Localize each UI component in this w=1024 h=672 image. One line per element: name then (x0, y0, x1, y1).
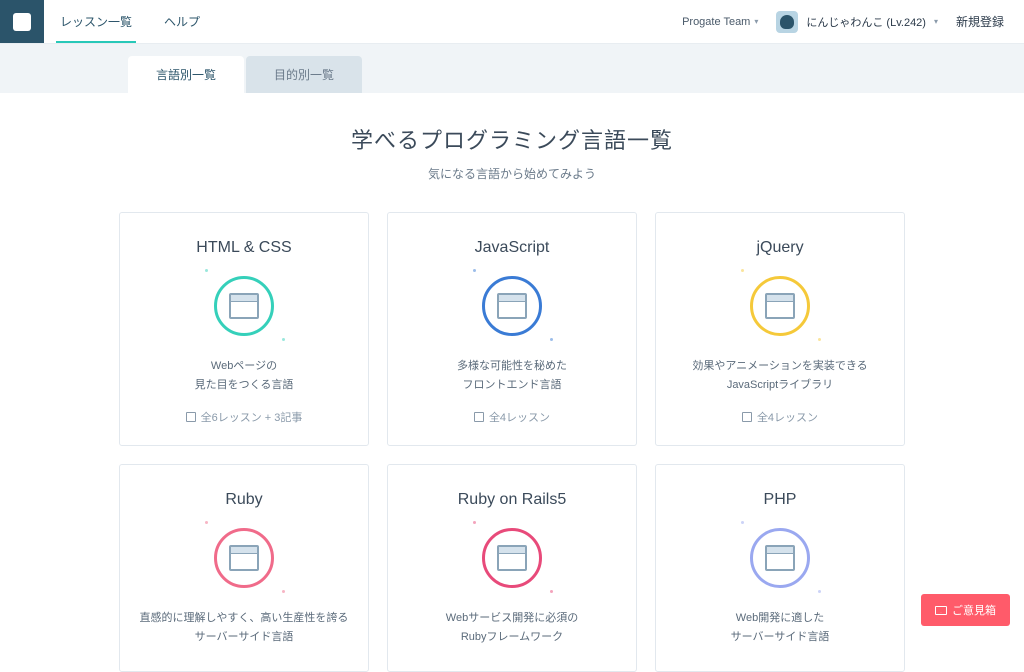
card-desc: Webページの見た目をつくる言語 (138, 357, 350, 395)
card-ruby[interactable]: Ruby 直感的に理解しやすく、高い生産性を誇るサーバーサイド言語 (119, 464, 369, 672)
card-desc: Webサービス開発に必須のRubyフレームワーク (406, 609, 618, 647)
lesson-icon (186, 412, 196, 422)
signup-button[interactable]: 新規登録 (956, 13, 1004, 30)
header: レッスン一覧 ヘルプ Progate Team ▾ にんじゃわんこ (Lv.24… (0, 0, 1024, 44)
card-desc: Web開発に適したサーバーサイド言語 (674, 609, 886, 647)
card-title: JavaScript (406, 239, 618, 257)
lesson-icon (742, 412, 752, 422)
logo[interactable] (0, 0, 44, 43)
team-dropdown[interactable]: Progate Team ▾ (682, 16, 758, 28)
card-desc: 効果やアニメーションを実装できるJavaScriptライブラリ (674, 357, 886, 395)
card-title: Ruby on Rails5 (406, 491, 618, 509)
card-title: PHP (674, 491, 886, 509)
php-icon (747, 525, 813, 591)
card-meta: 全4レッスン (674, 409, 886, 425)
language-grid: HTML & CSS Webページの見た目をつくる言語 全6レッスン + 3記事… (0, 212, 1024, 672)
nav-lessons[interactable]: レッスン一覧 (44, 0, 148, 43)
jquery-icon (747, 273, 813, 339)
nav-left: レッスン一覧 ヘルプ (44, 0, 216, 43)
feedback-label: ご意見箱 (952, 602, 996, 618)
tabs: 言語別一覧 目的別一覧 (0, 56, 1024, 93)
javascript-icon (479, 273, 545, 339)
rails-icon (479, 525, 545, 591)
tab-by-goal[interactable]: 目的別一覧 (246, 56, 362, 93)
ruby-icon (211, 525, 277, 591)
team-label: Progate Team (682, 16, 750, 28)
nav-right: Progate Team ▾ にんじゃわんこ (Lv.242) ▾ 新規登録 (682, 0, 1024, 43)
card-php[interactable]: PHP Web開発に適したサーバーサイド言語 (655, 464, 905, 672)
user-dropdown[interactable]: にんじゃわんこ (Lv.242) ▾ (776, 11, 938, 33)
chevron-down-icon: ▾ (934, 17, 938, 26)
card-rails[interactable]: Ruby on Rails5 Webサービス開発に必須のRubyフレームワーク (387, 464, 637, 672)
page-subtitle: 気になる言語から始めてみよう (0, 165, 1024, 182)
nav-help[interactable]: ヘルプ (148, 0, 216, 43)
lesson-icon (474, 412, 484, 422)
card-jquery[interactable]: jQuery 効果やアニメーションを実装できるJavaScriptライブラリ 全… (655, 212, 905, 446)
card-title: jQuery (674, 239, 886, 257)
card-desc: 多様な可能性を秘めたフロントエンド言語 (406, 357, 618, 395)
card-title: HTML & CSS (138, 239, 350, 257)
logo-icon (13, 13, 31, 31)
mail-icon (935, 606, 947, 615)
card-javascript[interactable]: JavaScript 多様な可能性を秘めたフロントエンド言語 全4レッスン (387, 212, 637, 446)
main: 学べるプログラミング言語一覧 気になる言語から始めてみよう HTML & CSS… (0, 93, 1024, 672)
card-title: Ruby (138, 491, 350, 509)
tab-by-language[interactable]: 言語別一覧 (128, 56, 244, 93)
page-title: 学べるプログラミング言語一覧 (0, 123, 1024, 155)
feedback-button[interactable]: ご意見箱 (921, 594, 1010, 626)
card-html-css[interactable]: HTML & CSS Webページの見た目をつくる言語 全6レッスン + 3記事 (119, 212, 369, 446)
avatar (776, 11, 798, 33)
card-desc: 直感的に理解しやすく、高い生産性を誇るサーバーサイド言語 (138, 609, 350, 647)
card-meta: 全4レッスン (406, 409, 618, 425)
html-icon (211, 273, 277, 339)
chevron-down-icon: ▾ (754, 17, 758, 26)
card-meta: 全6レッスン + 3記事 (138, 409, 350, 425)
user-name: にんじゃわんこ (Lv.242) (806, 14, 926, 30)
